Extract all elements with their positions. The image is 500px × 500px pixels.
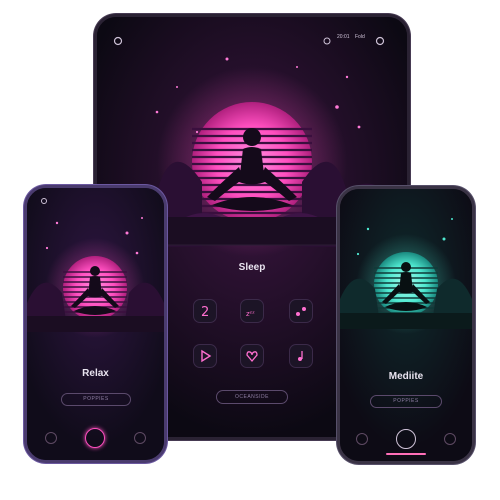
star-icon[interactable] [444, 433, 456, 445]
circle-icon[interactable] [113, 33, 123, 46]
left-phone-device: Relax POPPIES [24, 185, 167, 463]
plus-icon[interactable] [356, 433, 368, 445]
zzz-button[interactable]: zᶻᶻ [240, 299, 264, 323]
status-dot-icon [41, 198, 47, 204]
page-title: Relax [82, 368, 109, 379]
right-phone-device: Mediite POPPIES [337, 186, 475, 464]
moon-icon: 2 [201, 305, 209, 318]
page-title: Mediite [388, 371, 424, 382]
music-notes-button[interactable] [289, 299, 313, 323]
poppies-button[interactable]: POPPIES [61, 393, 131, 406]
home-icon[interactable] [85, 428, 105, 448]
status-extra: Fold [355, 34, 365, 40]
svg-text:2: 2 [201, 305, 209, 318]
menu-icon[interactable] [375, 33, 385, 46]
right-phone-screen: Mediite POPPIES [340, 189, 472, 461]
left-phone-screen: Relax POPPIES [27, 188, 164, 460]
status-time: 20:01 [337, 34, 350, 40]
home-icon[interactable] [396, 429, 416, 449]
wifi-icon [323, 33, 331, 45]
settings-icon[interactable] [134, 432, 146, 444]
home-indicator [386, 453, 426, 455]
heart-button[interactable] [240, 344, 264, 368]
play-icon [201, 349, 212, 363]
moon-button[interactable]: 2 [193, 299, 217, 323]
note-icon [298, 351, 303, 361]
right-phone-scene [340, 189, 472, 461]
note-button[interactable] [289, 344, 313, 368]
music-notes-icon [296, 307, 306, 316]
svg-text:zᶻᶻ: zᶻᶻ [246, 310, 255, 318]
play-button[interactable] [193, 344, 217, 368]
zzz-icon: zᶻᶻ [246, 310, 255, 318]
left-phone-scene [27, 188, 164, 460]
oceanside-button[interactable]: OCEANSIDE [216, 390, 288, 404]
back-icon[interactable] [45, 432, 57, 444]
heart-icon [246, 351, 258, 363]
poppies-button[interactable]: POPPIES [370, 395, 442, 408]
